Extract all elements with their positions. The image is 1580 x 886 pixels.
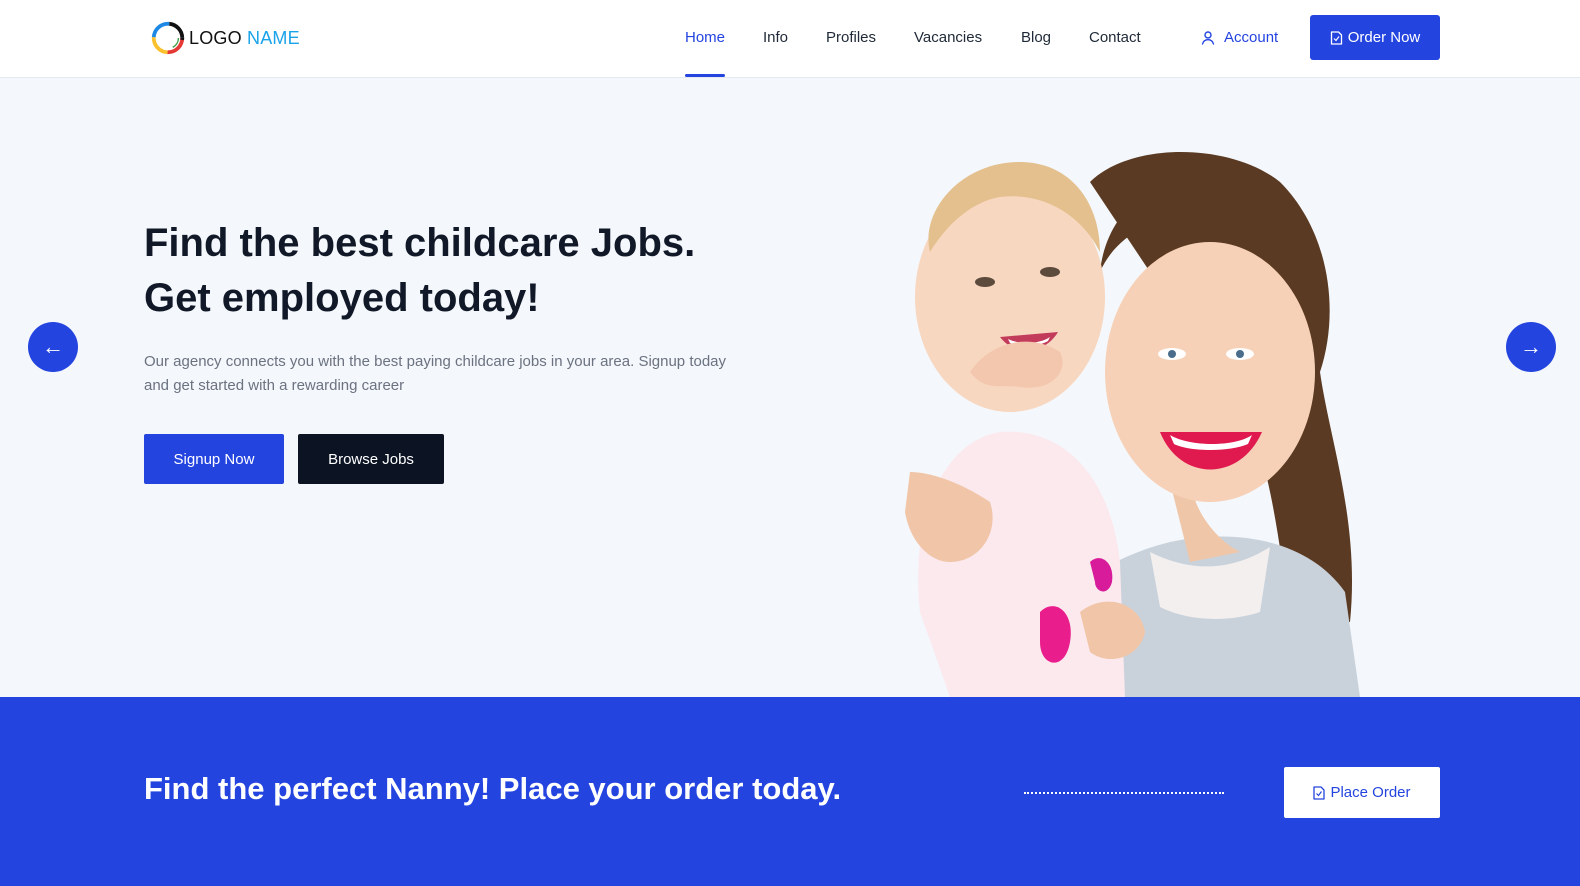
logo[interactable]: LOGO NAME [149,19,300,57]
nav-item-contact[interactable]: Contact [1089,29,1141,46]
carousel-next-button[interactable]: → [1506,322,1556,372]
account-link[interactable]: Account [1200,29,1278,46]
order-now-label: Order Now [1347,29,1421,46]
active-nav-indicator [685,74,725,77]
cta-band: Find the perfect Nanny! Place your order… [0,697,1580,886]
logo-text: LOGO NAME [189,27,300,48]
hero-description: Our agency connects you with the best pa… [144,353,727,394]
nav-item-blog[interactable]: Blog [1021,29,1051,46]
place-order-button[interactable]: Place Order [1284,767,1440,818]
user-icon [1201,30,1215,45]
multicolor-ring-icon [151,21,185,55]
hero-section: Find the best childcare Jobs. Get employ… [0,78,1580,697]
nav-item-profiles[interactable]: Profiles [826,29,876,46]
nav-item-info[interactable]: Info [763,29,788,46]
cta-text: Find the perfect Nanny! Place your order… [144,771,842,806]
hero-title-line2: Get employed today! [144,276,540,320]
dotted-divider [1024,792,1224,794]
hero-title-line1: Find the best childcare Jobs. [144,221,696,265]
order-now-button[interactable]: Order Now [1310,15,1440,60]
site-header: LOGO NAME Home Info Profiles Vacancies B… [0,0,1580,78]
nav-item-vacancies[interactable]: Vacancies [914,29,982,46]
arrow-left-icon: ← [42,334,64,359]
woman-holding-baby-photo [905,152,1360,697]
place-order-label: Place Order [1330,784,1411,801]
signup-button[interactable]: Signup Now [144,434,284,484]
browse-jobs-button[interactable]: Browse Jobs [298,434,444,484]
document-icon [1330,30,1342,45]
arrow-right-icon: → [1520,334,1542,359]
hero-title: Find the best childcare Jobs. Get employ… [144,216,864,326]
document-icon [1313,785,1326,800]
account-label: Account [1224,29,1279,46]
carousel-prev-button[interactable]: ← [28,322,78,372]
nav-item-home[interactable]: Home [685,29,725,46]
